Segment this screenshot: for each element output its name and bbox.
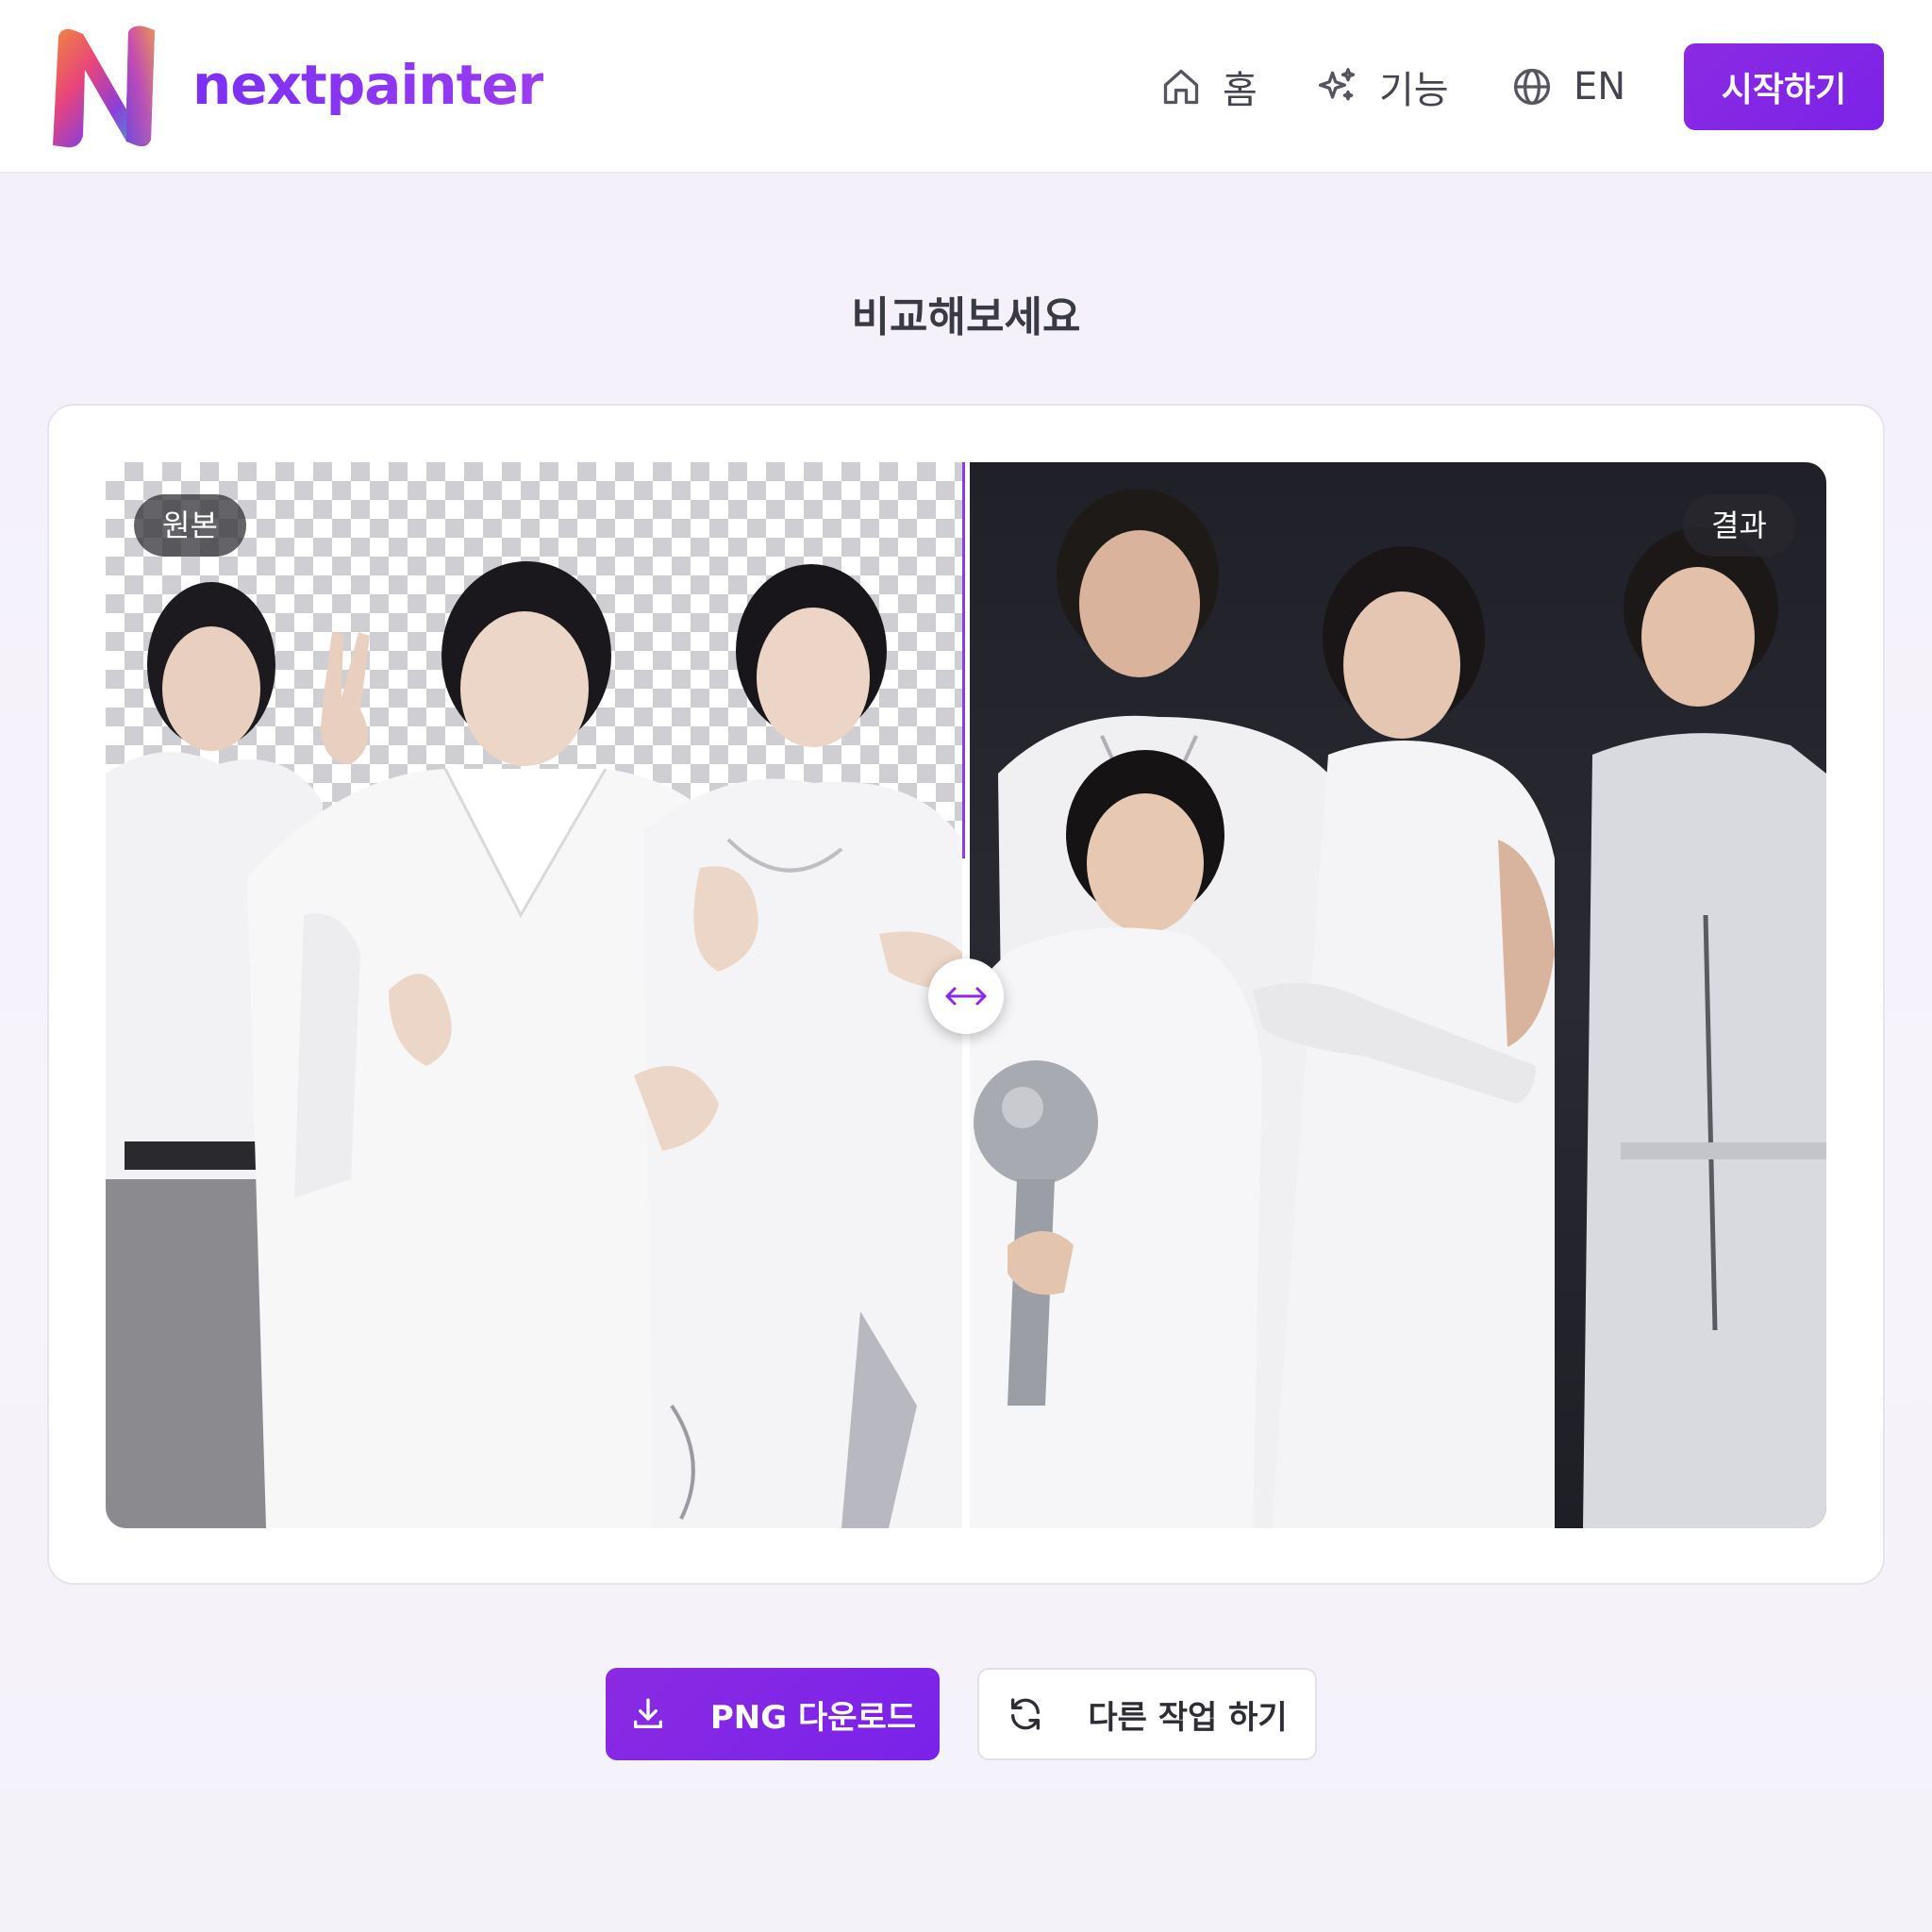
globe-icon — [1513, 68, 1551, 106]
top-navbar: nextpainter 홈 기능 EN 시작하기 — [0, 0, 1932, 174]
nav-home-label: 홈 — [1223, 69, 1257, 112]
original-image-pane — [106, 462, 962, 1528]
arrows-horizontal-icon — [945, 987, 987, 1006]
result-image-pane — [970, 462, 1826, 1528]
new-task-button[interactable]: 다른 작업 하기 — [977, 1668, 1317, 1760]
new-task-label: 다른 작업 하기 — [1088, 1698, 1288, 1737]
language-switch[interactable]: EN — [1511, 58, 1625, 115]
original-tag: 원본 — [134, 494, 246, 557]
brand-name[interactable]: nextpainter — [192, 53, 544, 117]
original-photo — [106, 561, 962, 1528]
result-photo — [970, 489, 1826, 1528]
download-icon — [633, 1698, 662, 1728]
png-download-label: PNG 다운로드 — [709, 1698, 917, 1737]
nextpainter-logo-icon[interactable] — [45, 23, 160, 151]
comparison-slider-handle[interactable] — [928, 958, 1004, 1034]
refresh-icon — [1011, 1698, 1041, 1730]
page-title: 비교해보세요 — [851, 293, 1081, 341]
result-tag: 결과 — [1683, 494, 1795, 557]
nav-home[interactable]: 홈 — [1160, 58, 1257, 115]
png-download-button[interactable]: PNG 다운로드 — [606, 1668, 940, 1760]
start-button[interactable]: 시작하기 — [1684, 43, 1884, 130]
sparkles-icon — [1319, 68, 1356, 101]
home-icon — [1163, 69, 1199, 105]
nav-features[interactable]: 기능 — [1317, 58, 1449, 115]
nav-features-label: 기능 — [1379, 69, 1449, 112]
language-label: EN — [1574, 65, 1626, 108]
